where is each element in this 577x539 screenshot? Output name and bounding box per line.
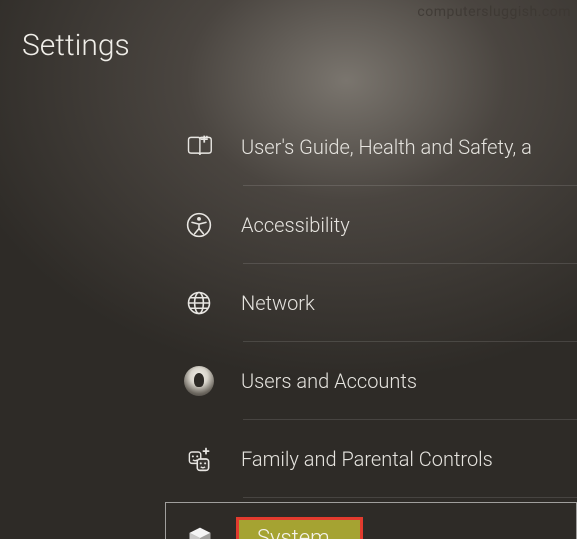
- menu-item-label: Users and Accounts: [241, 369, 417, 393]
- watermark: computersluggish.com: [417, 4, 571, 20]
- avatar-icon: [183, 365, 215, 397]
- menu-item-network[interactable]: Network: [183, 264, 577, 342]
- menu-item-label: System: [257, 526, 330, 539]
- selection-highlight: System: [236, 517, 363, 539]
- menu-item-users-accounts[interactable]: Users and Accounts: [183, 342, 577, 420]
- menu-item-family-controls[interactable]: Family and Parental Controls: [183, 420, 577, 498]
- system-cube-icon: [184, 523, 216, 539]
- menu-item-system[interactable]: System: [165, 502, 577, 539]
- menu-item-label: Family and Parental Controls: [241, 447, 493, 471]
- menu-item-label: Accessibility: [241, 213, 350, 237]
- accessibility-icon: [183, 209, 215, 241]
- menu-item-users-guide[interactable]: User's Guide, Health and Safety, a: [183, 108, 577, 186]
- globe-icon: [183, 287, 215, 319]
- divider: [243, 497, 577, 498]
- menu-item-label: User's Guide, Health and Safety, a: [241, 135, 532, 159]
- menu-item-accessibility[interactable]: Accessibility: [183, 186, 577, 264]
- page-title: Settings: [22, 28, 130, 63]
- family-icon: [183, 443, 215, 475]
- menu-item-label: Network: [241, 291, 315, 315]
- settings-list: User's Guide, Health and Safety, a Acces…: [183, 108, 577, 539]
- health-safety-icon: [183, 131, 215, 163]
